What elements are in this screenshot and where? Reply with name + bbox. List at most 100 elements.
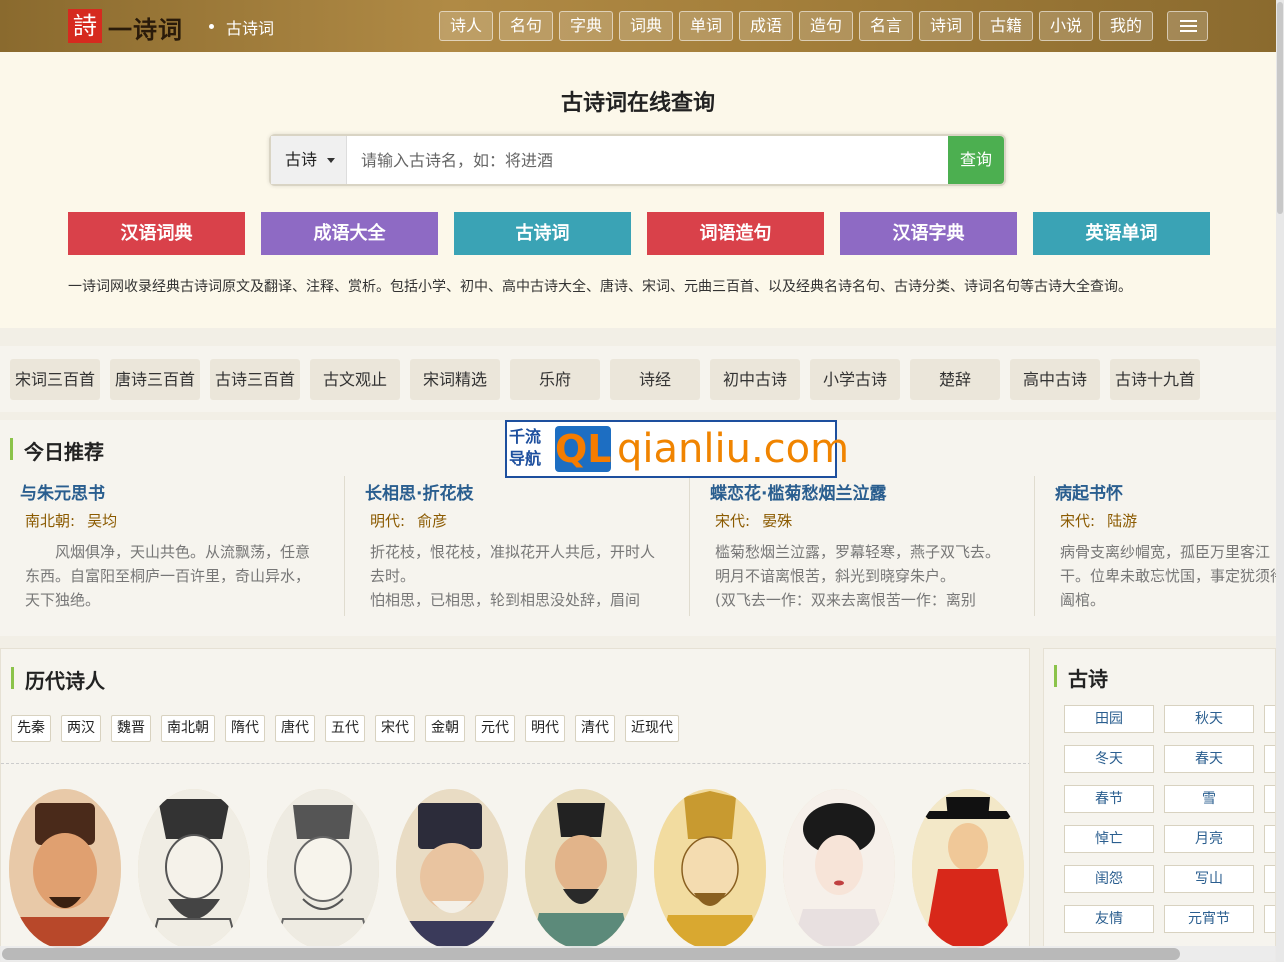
vertical-scrollbar[interactable] xyxy=(1276,0,1284,962)
collection-item[interactable]: 宋词三百首 xyxy=(10,359,100,400)
nav-character-dictionary[interactable]: 字典 xyxy=(559,11,613,41)
era-button[interactable]: 元代 xyxy=(475,715,515,742)
collection-item[interactable]: 唐诗三百首 xyxy=(110,359,200,400)
poem-excerpt: 病骨支离纱帽宽，孤臣万里客江干。位卑未敢忘忧国，事定犹须待阖棺。 xyxy=(1060,543,1276,609)
hamburger-menu-icon[interactable] xyxy=(1167,11,1208,41)
era-button[interactable]: 金朝 xyxy=(425,715,465,742)
category-tag[interactable]: 秋天 xyxy=(1164,705,1254,733)
nav-mine[interactable]: 我的 xyxy=(1099,11,1153,41)
era-button[interactable]: 唐代 xyxy=(275,715,315,742)
nav-idioms[interactable]: 成语 xyxy=(739,11,793,41)
poem-author-link[interactable]: 吴均 xyxy=(87,512,117,530)
poet-portrait[interactable] xyxy=(912,789,1024,949)
horizontal-scrollbar[interactable] xyxy=(0,946,1276,962)
category-tag[interactable]: 写山 xyxy=(1164,865,1254,893)
quick-links: 汉语词典 成语大全 古诗词 词语造句 汉语字典 英语单词 xyxy=(68,212,1210,255)
quick-link-ancient-poetry[interactable]: 古诗词 xyxy=(454,212,631,255)
nav-famous-lines[interactable]: 名句 xyxy=(499,11,553,41)
category-tag-partial[interactable] xyxy=(1264,825,1275,853)
search-input[interactable] xyxy=(347,136,949,184)
era-button[interactable]: 魏晋 xyxy=(111,715,151,742)
main-nav: 诗人 名句 字典 词典 单词 成语 造句 名言 诗词 古籍 小说 我的 xyxy=(439,11,1153,41)
category-tag[interactable]: 田园 xyxy=(1064,705,1154,733)
search-button[interactable]: 查询 xyxy=(948,136,1004,184)
category-tag-partial[interactable] xyxy=(1264,785,1275,813)
collection-item[interactable]: 楚辞 xyxy=(910,359,1000,400)
site-logo-text[interactable]: 一诗词 xyxy=(108,10,183,45)
nav-classics[interactable]: 古籍 xyxy=(979,11,1033,41)
collection-item[interactable]: 小学古诗 xyxy=(810,359,900,400)
collection-item[interactable]: 古诗三百首 xyxy=(210,359,300,400)
quick-link-sentence-making[interactable]: 词语造句 xyxy=(647,212,824,255)
quick-link-chinese-dictionary[interactable]: 汉语词典 xyxy=(68,212,245,255)
era-button[interactable]: 宋代 xyxy=(375,715,415,742)
poet-portrait[interactable] xyxy=(9,789,121,949)
poet-portrait[interactable] xyxy=(138,789,250,949)
nav-sentences[interactable]: 造句 xyxy=(799,11,853,41)
category-tag[interactable]: 月亮 xyxy=(1164,825,1254,853)
collection-item[interactable]: 乐府 xyxy=(510,359,600,400)
section-title: 今日推荐 xyxy=(10,436,104,465)
poet-portrait[interactable] xyxy=(396,789,508,949)
era-button[interactable]: 先秦 xyxy=(11,715,51,742)
era-button[interactable]: 清代 xyxy=(575,715,615,742)
nav-word-dictionary[interactable]: 词典 xyxy=(619,11,673,41)
poem-excerpt: 风烟俱净，天山共色。从流飘荡，任意东西。自富阳至桐庐一百许里，奇山异水，天下独绝… xyxy=(25,543,311,609)
search-type-dropdown[interactable]: 古诗 xyxy=(271,136,347,184)
poem-author-link[interactable]: 俞彦 xyxy=(417,512,447,530)
poem-title-link[interactable]: 蝶恋花·槛菊愁烟兰泣露 xyxy=(710,479,886,504)
nav-english-words[interactable]: 单词 xyxy=(679,11,733,41)
era-button[interactable]: 南北朝 xyxy=(161,715,215,742)
collection-item[interactable]: 古诗十九首 xyxy=(1110,359,1200,400)
nav-novels[interactable]: 小说 xyxy=(1039,11,1093,41)
category-tag[interactable]: 冬天 xyxy=(1064,745,1154,773)
era-button[interactable]: 两汉 xyxy=(61,715,101,742)
category-tag[interactable]: 闺怨 xyxy=(1064,865,1154,893)
poem-title-link[interactable]: 长相思·折花枝 xyxy=(365,479,473,504)
category-tag-partial[interactable] xyxy=(1264,745,1275,773)
poet-portrait[interactable] xyxy=(783,789,895,949)
poem-title-link[interactable]: 与朱元思书 xyxy=(20,479,105,504)
breadcrumb-dot-icon xyxy=(209,24,214,29)
poem-title-link[interactable]: 病起书怀 xyxy=(1055,479,1123,504)
poem-author-link[interactable]: 晏殊 xyxy=(762,512,792,530)
poet-portrait[interactable] xyxy=(267,789,379,949)
quick-link-idioms[interactable]: 成语大全 xyxy=(261,212,438,255)
category-tag-partial[interactable] xyxy=(1264,705,1275,733)
quick-link-english-words[interactable]: 英语单词 xyxy=(1033,212,1210,255)
poem-dynasty: 明代: xyxy=(370,512,406,530)
poem-author-link[interactable]: 陆游 xyxy=(1107,512,1137,530)
poem-card: 病起书怀 宋代: 陆游 病骨支离纱帽宽，孤臣万里客江干。位卑未敢忘忧国，事定犹须待… xyxy=(1035,476,1276,616)
era-button[interactable]: 隋代 xyxy=(225,715,265,742)
site-description: 一诗词网收录经典古诗词原文及翻译、注释、赏析。包括小学、初中、高中古诗大全、唐诗… xyxy=(68,279,1132,295)
vertical-scrollbar-thumb[interactable] xyxy=(1277,2,1283,214)
era-button[interactable]: 五代 xyxy=(325,715,365,742)
site-logo-mark[interactable]: 詩 xyxy=(68,9,102,43)
collection-item[interactable]: 高中古诗 xyxy=(1010,359,1100,400)
poem-categories-section: 古诗 田园 秋天 冬天 春天 春节 雪 悼亡 月亮 闺怨 写山 友情 元宵节 xyxy=(1043,648,1276,962)
collection-item[interactable]: 诗经 xyxy=(610,359,700,400)
collection-item[interactable]: 古文观止 xyxy=(310,359,400,400)
category-tag[interactable]: 春天 xyxy=(1164,745,1254,773)
category-tag[interactable]: 春节 xyxy=(1064,785,1154,813)
collection-item[interactable]: 初中古诗 xyxy=(710,359,800,400)
category-tag[interactable]: 友情 xyxy=(1064,905,1154,933)
category-tag[interactable]: 悼亡 xyxy=(1064,825,1154,853)
nav-quotes[interactable]: 名言 xyxy=(859,11,913,41)
category-tag[interactable]: 雪 xyxy=(1164,785,1254,813)
nav-poetry[interactable]: 诗词 xyxy=(919,11,973,41)
poem-card: 蝶恋花·槛菊愁烟兰泣露 宋代: 晏殊 槛菊愁烟兰泣露，罗幕轻寒，燕子双飞去。明月不… xyxy=(690,476,1035,616)
era-button[interactable]: 明代 xyxy=(525,715,565,742)
quick-link-character-dictionary[interactable]: 汉语字典 xyxy=(840,212,1017,255)
category-tag[interactable]: 元宵节 xyxy=(1164,905,1254,933)
poet-portrait[interactable] xyxy=(654,789,766,949)
breadcrumb-current[interactable]: 古诗词 xyxy=(226,15,274,39)
nav-poets[interactable]: 诗人 xyxy=(439,11,493,41)
poet-portrait[interactable] xyxy=(525,789,637,949)
era-button[interactable]: 近现代 xyxy=(625,715,679,742)
category-tag-partial[interactable] xyxy=(1264,905,1275,933)
collection-item[interactable]: 宋词精选 xyxy=(410,359,500,400)
category-tag-partial[interactable] xyxy=(1264,865,1275,893)
horizontal-scrollbar-thumb[interactable] xyxy=(2,948,1180,960)
collection-bar: 宋词三百首 唐诗三百首 古诗三百首 古文观止 宋词精选 乐府 诗经 初中古诗 小… xyxy=(0,346,1276,412)
